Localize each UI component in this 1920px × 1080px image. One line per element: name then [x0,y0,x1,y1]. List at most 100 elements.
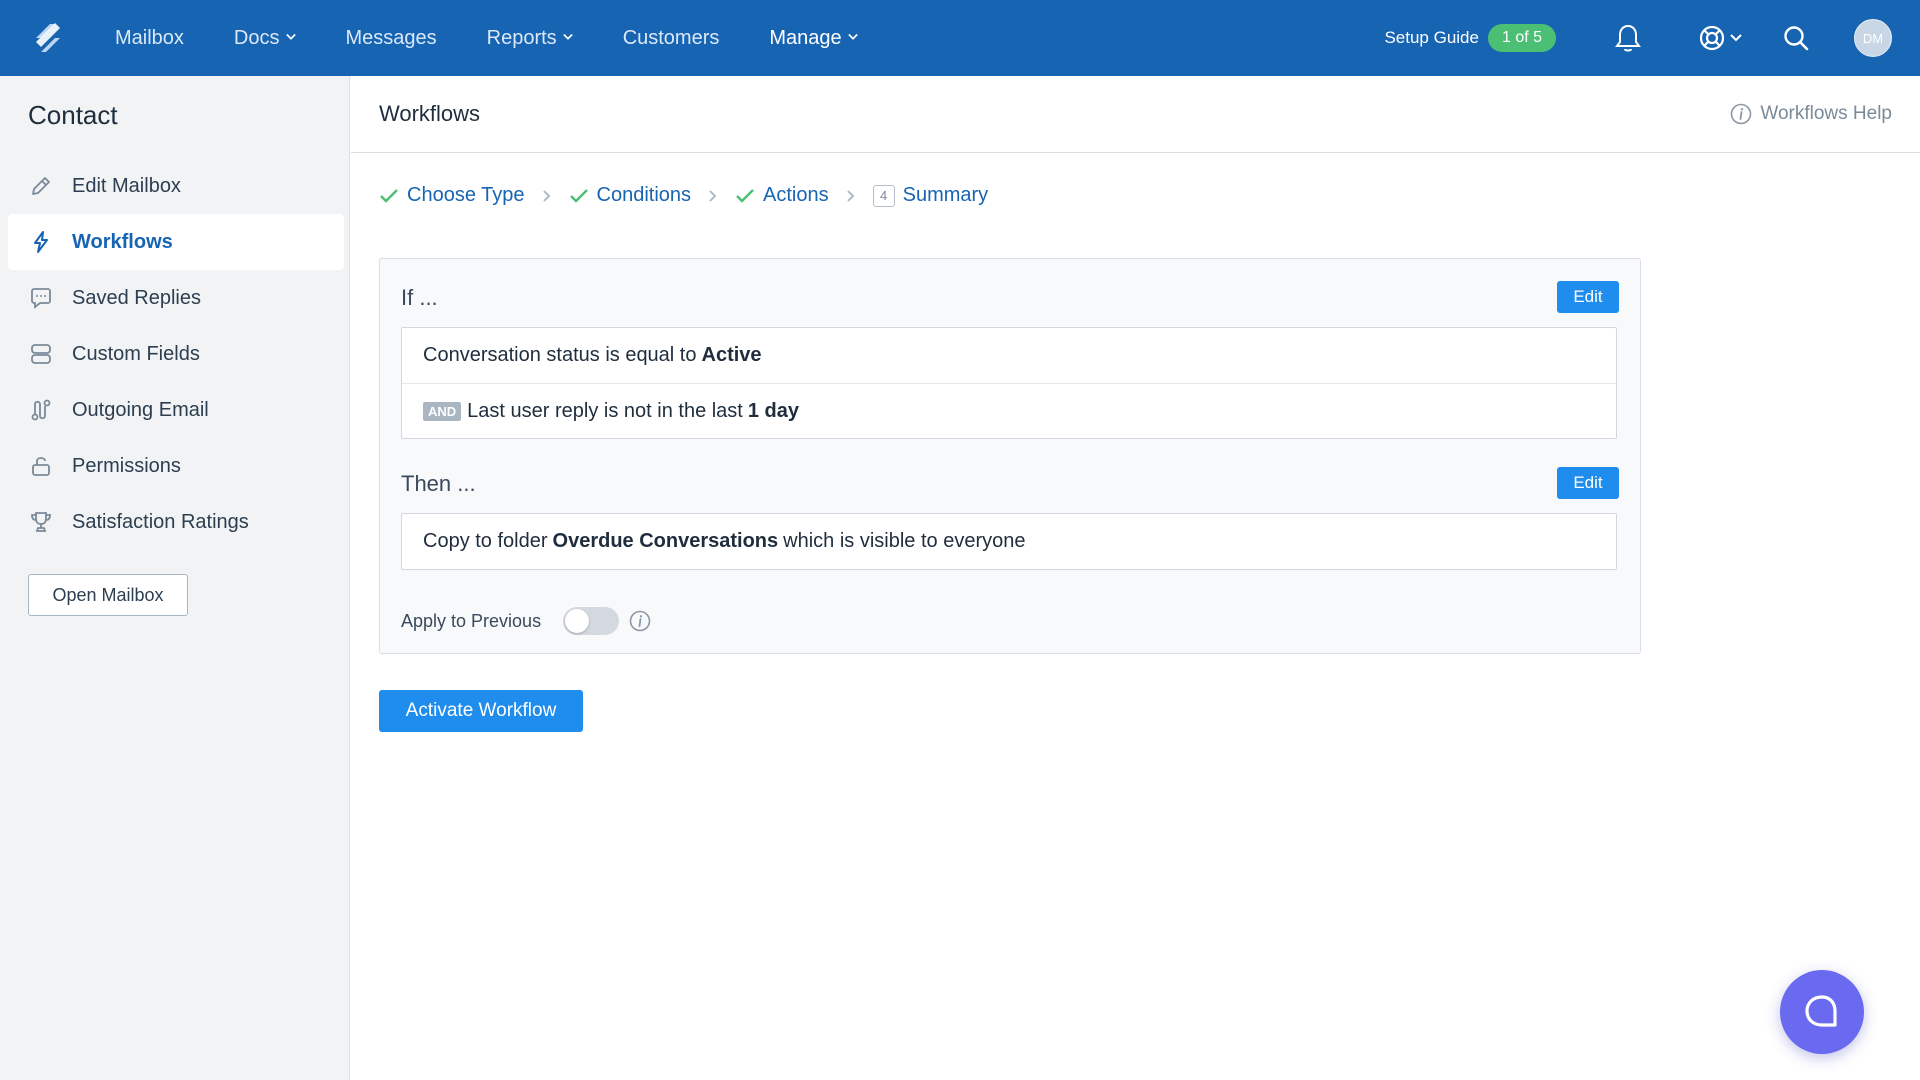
info-icon[interactable] [629,610,651,632]
nav-customers-label: Customers [622,26,720,49]
step-number: 4 [872,184,895,207]
chevron-down-icon [285,33,296,43]
sidebar-item-workflows[interactable]: Workflows [8,214,344,270]
sidebar-item-label: Custom Fields [72,342,200,365]
nav-docs[interactable]: Docs [234,27,296,50]
setup-guide-button[interactable]: Setup Guide 1 of 5 [1384,24,1556,52]
sidebar-item-label: Satisfaction Ratings [72,510,249,533]
step-label: Summary [902,184,989,206]
top-nav: Mailbox Docs Messages Reports Customers … [0,0,1920,76]
chevron-down-icon [1730,34,1742,42]
condition-text: Last user reply is not in the last [467,399,743,422]
condition-value: 1 day [747,399,800,422]
nav-docs-label: Docs [233,26,280,49]
pencil-icon [28,173,54,199]
sidebar-title: Contact [28,100,118,130]
sidebar-item-label: Outgoing Email [72,398,209,421]
avatar-initials: DM [1862,30,1884,46]
apply-to-previous-row: Apply to Previous [401,607,651,635]
sidebar: Contact Edit Mailbox Workflows Saved Rep… [0,76,350,1080]
lifebuoy-icon [1699,25,1725,51]
step-summary[interactable]: 4 Summary [872,184,989,207]
actions-list: Copy to folder Overdue Conversations whi… [401,513,1617,570]
sidebar-item-label: Workflows [72,230,173,253]
nav-mailbox-label: Mailbox [115,26,184,49]
nav-right: Setup Guide 1 of 5 DM [1384,0,1920,76]
action-value: Overdue Conversations [552,530,779,552]
helpscout-logo-icon[interactable] [26,16,70,60]
workflow-steps: Choose Type Conditions Actions 4 Summary [379,184,988,207]
lightning-icon [28,229,54,255]
fields-icon [28,341,54,367]
lock-icon [28,453,54,479]
route-icon [28,397,54,423]
help-menu-button[interactable] [1698,24,1742,52]
action-row: Copy to folder Overdue Conversations whi… [402,514,1616,569]
nav-customers[interactable]: Customers [623,27,720,50]
edit-conditions-button[interactable]: Edit [1557,281,1619,313]
chevron-right-icon [709,189,717,202]
info-icon [1731,103,1752,125]
nav-manage[interactable]: Manage [769,26,858,50]
workflows-help-link[interactable]: Workflows Help [1730,103,1892,125]
chevron-down-icon [847,33,858,43]
toggle-knob [565,609,590,633]
main-content: Workflows Workflows Help Choose Type Con… [351,76,1920,1080]
check-icon [569,188,588,203]
step-label: Actions [763,184,829,206]
condition-value: Active [701,344,762,366]
step-actions[interactable]: Actions [735,184,829,207]
apply-to-previous-label: Apply to Previous [401,610,542,631]
nav-messages-label: Messages [345,26,437,49]
page-title: Workflows [379,101,481,126]
sidebar-item-custom-fields[interactable]: Custom Fields [8,326,344,382]
beacon-chat-button[interactable] [1780,970,1864,1054]
condition-row: Conversation status is equal to Active [402,328,1616,383]
nav-reports-label: Reports [486,26,557,49]
sidebar-item-edit-mailbox[interactable]: Edit Mailbox [8,158,344,214]
sidebar-item-saved-replies[interactable]: Saved Replies [8,270,344,326]
chevron-down-icon [562,33,573,43]
search-icon[interactable] [1782,24,1810,52]
check-icon [380,188,398,203]
chat-icon [1805,995,1837,1027]
setup-progress-badge: 1 of 5 [1487,24,1556,52]
action-suffix: which is visible to everyone [783,530,1026,552]
workflow-summary-panel: If ... Edit Conversation status is equal… [379,258,1641,654]
setup-guide-label: Setup Guide [1384,28,1479,47]
sidebar-nav: Edit Mailbox Workflows Saved Replies Cus… [8,158,344,550]
step-label: Conditions [596,184,692,206]
then-label: Then ... [401,471,476,496]
bell-icon[interactable] [1614,23,1642,53]
sidebar-item-label: Saved Replies [72,286,201,309]
sidebar-item-satisfaction-ratings[interactable]: Satisfaction Ratings [8,494,344,550]
step-label: Choose Type [407,184,525,206]
chevron-right-icon [846,189,855,202]
sidebar-item-permissions[interactable]: Permissions [8,438,344,494]
if-label: If ... [401,285,438,310]
and-badge: AND [423,401,462,421]
action-text: Copy to folder [423,530,548,552]
nav-manage-label: Manage [769,26,842,49]
page-header: Workflows Workflows Help [351,76,1920,153]
nav-reports[interactable]: Reports [487,27,573,50]
sidebar-item-label: Edit Mailbox [72,174,181,197]
sidebar-item-outgoing-email[interactable]: Outgoing Email [8,382,344,438]
open-mailbox-button[interactable]: Open Mailbox [28,574,188,616]
sidebar-item-label: Permissions [72,454,181,477]
step-conditions[interactable]: Conditions [569,184,692,207]
condition-row: AND Last user reply is not in the last 1… [402,383,1616,438]
trophy-icon [28,509,54,535]
conditions-list: Conversation status is equal to Active A… [401,327,1617,439]
nav-mailbox[interactable]: Mailbox [115,27,184,50]
activate-workflow-button[interactable]: Activate Workflow [379,690,583,732]
workflows-help-label: Workflows Help [1760,103,1892,124]
nav-messages[interactable]: Messages [346,27,437,50]
chevron-right-icon [542,189,551,202]
check-icon [736,188,754,203]
apply-to-previous-toggle[interactable] [563,607,620,635]
step-choose-type[interactable]: Choose Type [379,184,525,207]
edit-actions-button[interactable]: Edit [1557,467,1619,499]
avatar[interactable]: DM [1854,19,1892,57]
chat-bubble-icon [28,285,54,311]
